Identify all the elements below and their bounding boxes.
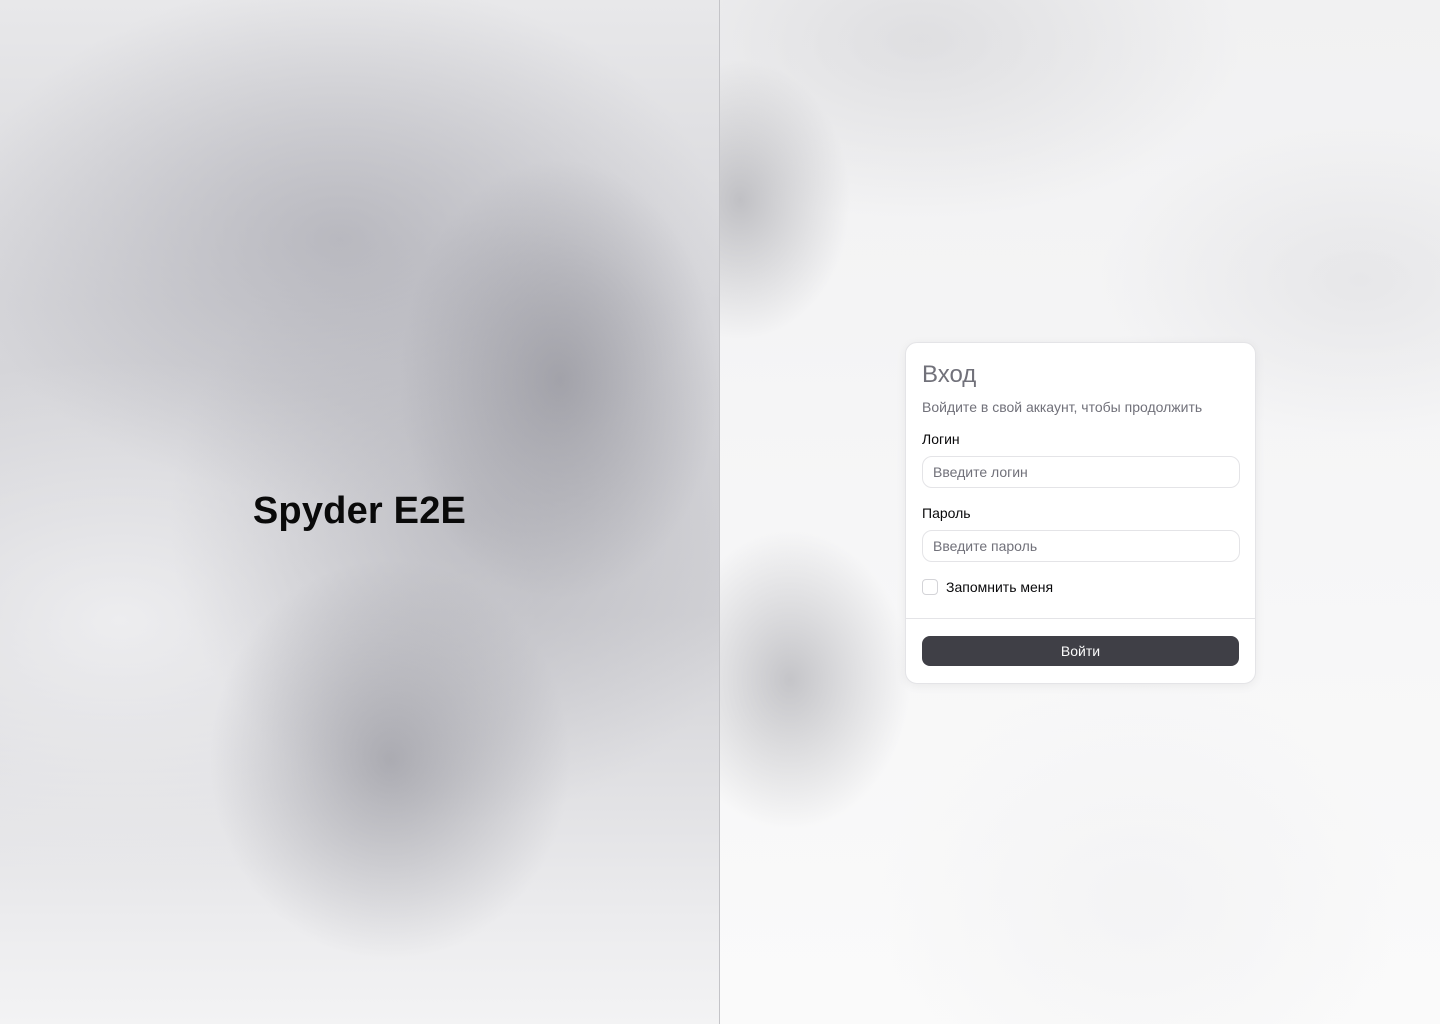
remember-me-row[interactable]: Запомнить меня [906, 578, 1255, 596]
username-label: Логин [922, 431, 960, 447]
login-page: Spyder E2E Вход Войдите в свой аккаунт, … [0, 0, 1440, 1024]
password-label: Пароль [922, 505, 971, 521]
card-footer: Войти [906, 618, 1255, 666]
password-input[interactable] [922, 530, 1240, 562]
card-header: Вход Войдите в свой аккаунт, чтобы продо… [906, 343, 1255, 416]
brand-title: Spyder E2E [252, 490, 467, 532]
username-field-group: Логин [906, 430, 1255, 488]
login-subtitle: Войдите в свой аккаунт, чтобы продолжить [922, 399, 1203, 415]
login-panel: Вход Войдите в свой аккаунт, чтобы продо… [720, 0, 1440, 1024]
login-card: Вход Войдите в свой аккаунт, чтобы продо… [905, 342, 1256, 684]
login-title: Вход [922, 361, 977, 388]
remember-me-label[interactable]: Запомнить меня [946, 578, 1053, 596]
login-submit-button[interactable]: Войти [922, 636, 1239, 666]
remember-me-checkbox[interactable] [922, 579, 938, 595]
password-field-group: Пароль [906, 504, 1255, 562]
brand-panel: Spyder E2E [0, 0, 719, 1024]
username-input[interactable] [922, 456, 1240, 488]
